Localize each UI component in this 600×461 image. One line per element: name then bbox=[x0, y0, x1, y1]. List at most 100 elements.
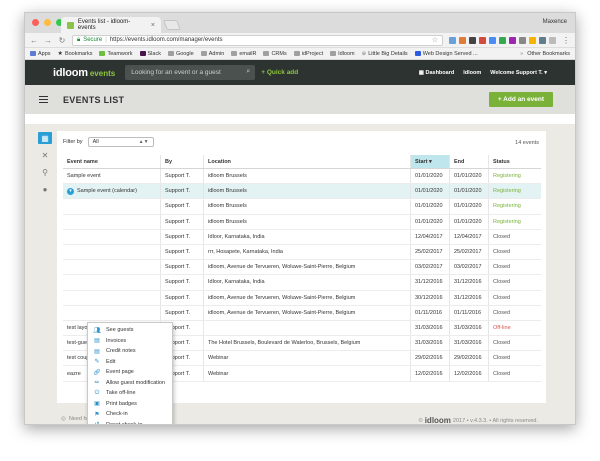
cell-location: Webinar bbox=[204, 366, 411, 381]
browser-menu-icon[interactable]: ⋮ bbox=[562, 36, 570, 45]
user-icon[interactable]: ● bbox=[38, 183, 52, 195]
bookmark-admin[interactable]: Admin bbox=[200, 51, 224, 57]
cell-location-text: rrr, Hosapete, Karnataka, India bbox=[208, 249, 283, 256]
cell-event-name[interactable] bbox=[63, 199, 161, 214]
bookmark-idloom[interactable]: Idloom bbox=[330, 51, 355, 57]
table-row[interactable]: Support T. idloom, Avenue de Tervueren, W… bbox=[63, 305, 541, 321]
extension-icon[interactable] bbox=[549, 36, 556, 44]
bookmark-google[interactable]: Google bbox=[167, 51, 194, 57]
other-bookmarks[interactable]: » Other Bookmarks bbox=[520, 51, 570, 57]
cell-event-name[interactable] bbox=[63, 260, 161, 275]
cell-event-name[interactable] bbox=[63, 305, 161, 320]
quick-add-button[interactable]: + Quick add bbox=[261, 69, 298, 76]
table-row[interactable]: Support T. Idloor, Karnataka, India 31/12/… bbox=[63, 275, 541, 291]
col-by[interactable]: By bbox=[161, 155, 204, 168]
add-event-button[interactable]: + Add an event bbox=[488, 92, 553, 107]
cell-start-text: 31/03/2016 bbox=[415, 324, 443, 331]
cell-event-name[interactable] bbox=[63, 244, 161, 260]
calendar-icon[interactable]: ▦ bbox=[38, 132, 52, 144]
idloom-logo[interactable]: idloom events bbox=[53, 67, 115, 79]
menu-item-label: Edit bbox=[106, 358, 116, 365]
col-status[interactable]: Status bbox=[489, 155, 541, 168]
col-end[interactable]: End bbox=[450, 155, 489, 168]
table-row[interactable]: Support T. idloom Brussels 01/01/2020 01/01… bbox=[63, 199, 541, 215]
menu-item-reset-check-in[interactable]: ↺ Reset check-in bbox=[88, 420, 172, 424]
col-event-name[interactable]: Event name bbox=[63, 155, 161, 168]
bookmark-crms[interactable]: CRMs bbox=[263, 51, 287, 57]
cell-event-name[interactable] bbox=[63, 275, 161, 290]
extension-icon[interactable] bbox=[509, 36, 516, 44]
extension-icon[interactable] bbox=[469, 36, 476, 44]
favicon-icon bbox=[67, 21, 74, 29]
tools-icon[interactable]: ✕ bbox=[38, 149, 52, 161]
bookmark-emailr[interactable]: emailR bbox=[231, 51, 256, 57]
cell-event-name[interactable] bbox=[63, 229, 161, 244]
extension-icon[interactable] bbox=[539, 36, 546, 44]
search-icon[interactable]: ⌕ bbox=[246, 68, 250, 76]
menu-item-allow-guest-modification[interactable]: ✏︎ Allow guest modification bbox=[88, 378, 172, 389]
tab-close-icon[interactable]: × bbox=[151, 22, 155, 29]
menu-item-credit-notes[interactable]: ▤ Credit notes bbox=[88, 346, 172, 357]
table-row[interactable]: ▾ Sample event (calendar) Support T. idloom… bbox=[63, 184, 541, 200]
menu-item-invoices[interactable]: ▤ Invoices bbox=[88, 336, 172, 347]
user-menu[interactable]: Welcome Support T. ▾ bbox=[490, 70, 547, 76]
extension-icon[interactable] bbox=[499, 36, 506, 44]
wrench-icon[interactable]: ⚲ bbox=[38, 166, 52, 178]
extension-icon[interactable] bbox=[529, 36, 536, 44]
table-row[interactable]: Support T. idloom Brussels 01/01/2020 01/01… bbox=[63, 214, 541, 230]
menu-item-check-in[interactable]: ⚑ Check-in bbox=[88, 409, 172, 420]
bookmark-apps[interactable]: Apps bbox=[30, 51, 51, 57]
extension-icon[interactable] bbox=[489, 36, 496, 44]
cell-status: Closed bbox=[489, 366, 541, 380]
extension-icon[interactable] bbox=[449, 36, 456, 44]
bookmark-little-big-details[interactable]: ⊕ Little Big Details bbox=[362, 51, 408, 57]
bookmark-web-design[interactable]: Web Design Served ... bbox=[414, 51, 478, 57]
cell-end: 25/02/2017 bbox=[450, 244, 489, 260]
extension-icon[interactable] bbox=[479, 36, 486, 44]
menu-item-edit[interactable]: ✎ Edit bbox=[88, 357, 172, 368]
col-location[interactable]: Location bbox=[204, 155, 411, 168]
search-input[interactable]: Looking for an event or a guest ⌕ bbox=[125, 65, 256, 80]
event-actions-menu: 👥︎ See guests ▤ Invoices ▤ Credit notes ✎ Edit 🔗… bbox=[87, 322, 173, 424]
row-actions-icon[interactable]: ▾ bbox=[67, 187, 74, 195]
bookmark-star-icon[interactable]: ☆ bbox=[432, 36, 438, 44]
col-start[interactable]: Start ▾ bbox=[411, 155, 450, 168]
extension-icon[interactable] bbox=[459, 36, 466, 44]
bookmark-slack[interactable]: Slack bbox=[139, 51, 161, 57]
bookmark-bookmarks[interactable]: ★ Bookmarks bbox=[58, 50, 93, 58]
minimize-window-button[interactable] bbox=[44, 19, 51, 26]
footer-logo: idloom bbox=[424, 416, 451, 425]
close-window-button[interactable] bbox=[32, 19, 39, 26]
table-row[interactable]: Support T. idloom, Avenue de Tervueren, W… bbox=[63, 260, 541, 276]
table-row[interactable]: Support T. idloom, Avenue de Tervueren, W… bbox=[63, 290, 541, 306]
table-row[interactable]: Support T. rrr, Hosapete, Karnataka, Indi… bbox=[63, 244, 541, 261]
nav-idloom[interactable]: Idloom bbox=[463, 70, 481, 76]
back-icon[interactable]: ← bbox=[30, 36, 38, 45]
bookmark-label: Apps bbox=[38, 50, 51, 57]
filter-select[interactable]: All ▲▼ bbox=[87, 137, 154, 147]
menu-item-print-badges[interactable]: ▣ Print badges bbox=[88, 399, 172, 410]
cell-event-name[interactable]: Sample event bbox=[63, 169, 161, 184]
cell-event-name[interactable] bbox=[63, 290, 161, 305]
nav-dashboard[interactable]: ▦ Dashboard bbox=[419, 70, 454, 76]
new-tab-button[interactable] bbox=[163, 20, 181, 30]
cell-location-text: idloom Brussels bbox=[208, 188, 247, 195]
extension-icon[interactable] bbox=[519, 36, 526, 44]
browser-tab[interactable]: Events list - idloom-events × bbox=[61, 17, 161, 33]
url-input[interactable]: 🔒︎ Secure | https://events.idloom.com/ma… bbox=[72, 34, 443, 46]
table-row[interactable]: Support T. Idloor, Karnataka, India 12/04/… bbox=[63, 229, 541, 245]
bookmark-idproject[interactable]: idProject bbox=[293, 51, 323, 57]
profile-name[interactable]: Maxence bbox=[543, 19, 567, 25]
menu-item-event-page[interactable]: 🔗︎ Event page bbox=[88, 367, 172, 378]
chevron-down-icon: ▲▼ bbox=[138, 139, 149, 145]
reload-icon[interactable]: ↻ bbox=[58, 36, 66, 45]
bookmark-teamwork[interactable]: Teamwork bbox=[99, 51, 133, 57]
hamburger-menu-icon[interactable] bbox=[39, 95, 48, 104]
table-row[interactable]: Sample event Support T. idloom Brussels 01/… bbox=[63, 169, 541, 185]
menu-item-see-guests[interactable]: 👥︎ See guests bbox=[88, 325, 172, 336]
cell-status-text: Closed bbox=[493, 340, 511, 347]
menu-item-take-off-line[interactable]: ⏻ Take off-line bbox=[88, 388, 172, 399]
cell-event-name[interactable]: ▾ Sample event (calendar) bbox=[63, 184, 161, 199]
forward-icon[interactable]: → bbox=[44, 36, 52, 45]
cell-event-name[interactable] bbox=[63, 214, 161, 229]
